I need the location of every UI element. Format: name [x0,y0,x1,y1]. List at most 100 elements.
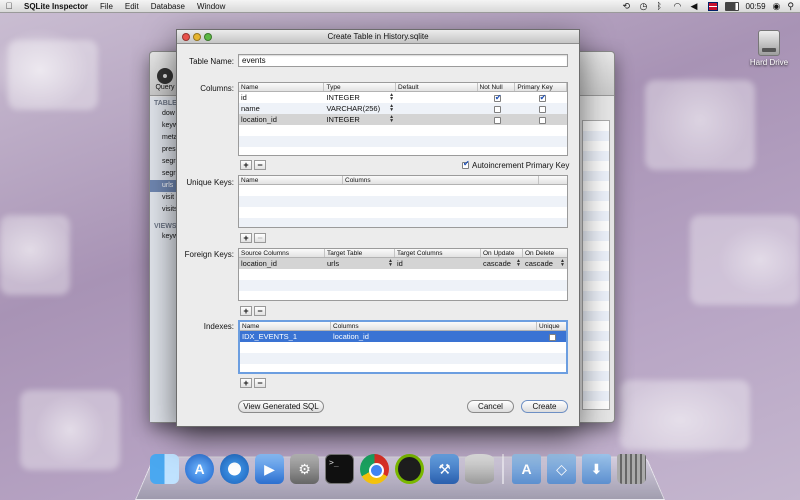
table-name-input[interactable]: events [238,54,568,67]
battery-icon[interactable] [724,1,739,11]
columns-table[interactable]: Name Type Default Not Null Primary Key i… [238,82,568,156]
not-null-checkbox[interactable] [493,92,502,103]
fk-source-cell[interactable]: location_id [239,258,325,269]
facetime-icon[interactable]: ▶ [255,454,284,484]
fk-header-on-delete[interactable]: On Delete [523,249,567,257]
menu-edit[interactable]: Edit [119,2,145,11]
fk-header-target-columns[interactable]: Target Columns [395,249,481,257]
primary-key-checkbox[interactable] [538,92,546,103]
fk-row[interactable]: location_id urls ▲ ▼ id cascade ▲ ▼ cascade ▲… [239,258,567,269]
index-row-selected[interactable]: IDX_EVENTS_1 location_id [240,331,566,342]
menu-app-name[interactable]: SQLite Inspector [18,2,94,11]
sidebar-item[interactable]: segr [150,156,177,168]
primary-key-checkbox[interactable] [538,105,546,113]
fk-on-update-cell[interactable]: cascade ▲ ▼ [481,258,523,269]
target-table-stepper-icon[interactable]: ▲ ▼ [388,259,393,268]
column-default-cell[interactable] [396,92,478,103]
column-name-cell[interactable]: name [239,103,324,114]
unique-header-columns[interactable]: Columns [343,176,539,184]
view-generated-sql-button[interactable]: View Generated SQL [238,400,324,413]
fk-on-delete-cell[interactable]: cascade ▲ ▼ [523,258,567,269]
primary-key-checkbox[interactable] [538,116,546,124]
fk-header-target-table[interactable]: Target Table [325,249,395,257]
remove-column-button[interactable]: − [254,160,266,170]
downloads-folder-icon[interactable]: ⬇ [582,454,611,484]
autoincrement-checkbox[interactable] [462,159,470,169]
column-name-cell[interactable]: id [239,92,324,103]
add-foreign-key-button[interactable]: + [240,306,252,316]
spotify-icon[interactable] [395,454,424,484]
column-row-selected[interactable]: location_id INTEGER ▲ ▼ [239,114,567,125]
volume-icon[interactable]: ◀ [691,1,701,11]
remove-unique-key-button[interactable]: − [254,233,266,243]
query-button[interactable]: Query [154,68,176,91]
fk-target-table-cell[interactable]: urls ▲ ▼ [325,258,395,269]
sidebar-item[interactable]: segr [150,168,177,180]
column-type-cell[interactable]: INTEGER ▲ ▼ [324,92,396,103]
col-header-default[interactable]: Default [396,83,478,91]
documents-folder-icon[interactable]: ◇ [547,454,576,484]
database-icon[interactable] [465,454,494,484]
add-unique-key-button[interactable]: + [240,233,252,243]
index-header-name[interactable]: Name [240,322,331,330]
type-stepper-icon[interactable]: ▲ ▼ [389,115,394,124]
xcode-icon[interactable]: ⚒ [430,454,459,484]
menu-database[interactable]: Database [145,2,191,11]
user-icon[interactable]: ◉ [773,1,781,12]
col-header-type[interactable]: Type [324,83,397,91]
column-row[interactable]: id INTEGER ▲ ▼ [239,92,567,103]
system-preferences-icon[interactable]: ⚙ [290,454,319,484]
column-type-cell[interactable]: VARCHAR(256) ▲ ▼ [324,103,396,114]
finder-icon[interactable] [150,454,179,484]
index-header-unique[interactable]: Unique [537,322,566,330]
close-button[interactable] [182,33,190,41]
not-null-checkbox[interactable] [493,105,501,113]
trash-icon[interactable] [617,454,646,484]
sidebar-item[interactable]: meta [150,132,177,144]
col-header-name[interactable]: Name [239,83,325,91]
on-update-stepper-icon[interactable]: ▲ ▼ [516,259,521,268]
hard-drive[interactable]: Hard Drive [744,30,794,67]
create-button[interactable]: Create [521,400,568,413]
sidebar-item[interactable]: visits [150,204,177,216]
unique-keys-table[interactable]: Name Columns [238,175,568,228]
col-header-not-null[interactable]: Not Null [478,83,516,91]
col-header-primary-key[interactable]: Primary Key [515,83,567,91]
apple-menu-icon[interactable]:  [0,1,18,11]
minimize-button[interactable] [193,33,201,41]
column-type-cell[interactable]: INTEGER ▲ ▼ [324,114,396,125]
autoincrement-option[interactable]: Autoincrement Primary Key [462,159,569,170]
index-header-columns[interactable]: Columns [331,322,537,330]
add-column-button[interactable]: + [240,160,252,170]
zoom-button[interactable] [204,33,212,41]
wifi-icon[interactable]: ◠ [674,1,684,11]
sidebar-item[interactable]: keyw [150,231,177,243]
fk-target-columns-cell[interactable]: id [395,258,481,269]
sidebar-item[interactable]: pres [150,144,177,156]
menu-window[interactable]: Window [191,2,231,11]
clock[interactable]: 00:59 [746,2,766,11]
applications-folder-icon[interactable]: A [512,454,541,484]
autoincrement-label[interactable]: Autoincrement Primary Key [472,161,569,170]
type-stepper-icon[interactable]: ▲ ▼ [389,93,394,102]
sidebar-item-selected[interactable]: urls [150,180,177,192]
timemachine-icon[interactable]: ◷ [640,1,650,11]
sidebar-item[interactable]: visit [150,192,177,204]
cancel-button[interactable]: Cancel [467,400,514,413]
column-default-cell[interactable] [396,114,478,125]
index-name-cell[interactable]: IDX_EVENTS_1 [240,331,331,342]
sidebar-item[interactable]: dow [150,108,177,120]
spotlight-icon[interactable]: ⚲ [787,1,794,12]
bluetooth-icon[interactable]: ᛒ [657,1,667,11]
column-name-cell[interactable]: location_id [239,114,324,125]
terminal-icon[interactable]: >_ [325,454,354,484]
on-delete-stepper-icon[interactable]: ▲ ▼ [560,259,565,268]
column-row[interactable]: name VARCHAR(256) ▲ ▼ [239,103,567,114]
content-table[interactable] [582,120,610,410]
foreign-keys-table[interactable]: Source Columns Target Table Target Colum… [238,248,568,301]
unique-header-name[interactable]: Name [239,176,343,184]
index-columns-cell[interactable]: location_id [331,331,537,342]
fk-header-source[interactable]: Source Columns [239,249,325,257]
fk-header-on-update[interactable]: On Update [481,249,523,257]
add-index-button[interactable]: + [240,378,252,388]
